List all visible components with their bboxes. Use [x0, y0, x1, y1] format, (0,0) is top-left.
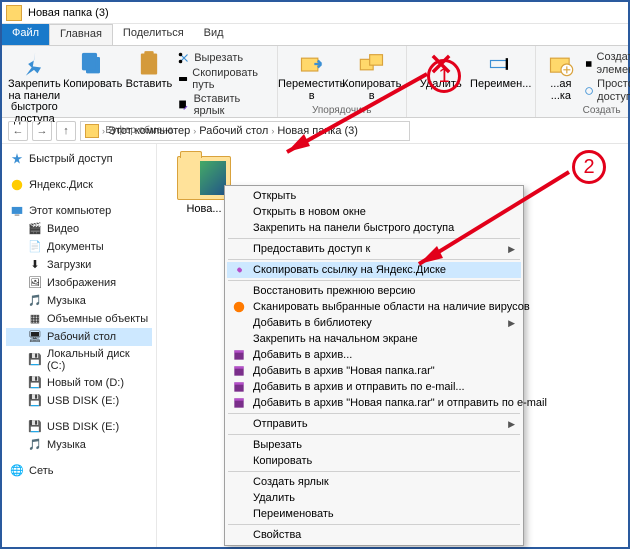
sidebar-quick[interactable]: Быстрый доступ: [6, 150, 152, 168]
context-menu-item[interactable]: Добавить в архив "Новая папка.rar" и отп…: [227, 395, 521, 411]
ribbon-tabs: Файл Главная Поделиться Вид: [2, 24, 628, 46]
address-bar: ← → ↑ ›Этот компьютер ›Рабочий стол ›Нов…: [2, 118, 628, 144]
context-menu-item[interactable]: Открыть в новом окне: [227, 204, 521, 220]
context-menu-item[interactable]: Закрепить на начальном экране: [227, 331, 521, 347]
tab-home[interactable]: Главная: [49, 24, 113, 45]
context-menu-item[interactable]: Удалить: [227, 490, 521, 506]
sidebar-item[interactable]: 🎵Музыка: [6, 436, 152, 454]
context-menu-item[interactable]: Свойства: [227, 527, 521, 543]
window-title: Новая папка (3): [28, 7, 109, 19]
annotation-1: 1: [427, 59, 461, 93]
sidebar: Быстрый доступ Яндекс.Диск Этот компьюте…: [2, 144, 157, 547]
sidebar-item[interactable]: 💾Новый том (D:): [6, 374, 152, 392]
tab-view[interactable]: Вид: [194, 24, 234, 45]
sidebar-item[interactable]: ⬇Загрузки: [6, 256, 152, 274]
pin-quick-button[interactable]: Закрепить на панели быстрого доступа: [8, 48, 61, 125]
copy-path-button[interactable]: Скопировать путь: [177, 66, 271, 92]
sidebar-item[interactable]: 💾Локальный диск (C:): [6, 346, 152, 374]
sidebar-item[interactable]: 🎬Видео: [6, 220, 152, 238]
sidebar-item[interactable]: 🎵Музыка: [6, 292, 152, 310]
copy-button[interactable]: Копировать: [65, 48, 121, 91]
copy-to-button[interactable]: Копировать в: [344, 48, 400, 102]
context-menu-item[interactable]: Добавить в архив...: [227, 347, 521, 363]
folder-icon: [85, 124, 99, 138]
sidebar-item[interactable]: 🌐Сеть: [6, 462, 152, 480]
nav-back[interactable]: ←: [8, 121, 28, 141]
tab-share[interactable]: Поделиться: [113, 24, 194, 45]
context-menu-item[interactable]: Закрепить на панели быстрого доступа: [227, 220, 521, 236]
folder-icon: [6, 5, 22, 21]
folder-icon: [177, 156, 231, 200]
move-to-button[interactable]: Переместить в: [284, 48, 340, 102]
sidebar-item[interactable]: ▦Объемные объекты: [6, 310, 152, 328]
paste-button[interactable]: Вставить: [125, 48, 174, 91]
context-menu-item[interactable]: Скопировать ссылку на Яндекс.Диске: [227, 262, 521, 278]
rename-button[interactable]: Переимен...: [473, 48, 529, 91]
context-menu-item[interactable]: Открыть: [227, 188, 521, 204]
sidebar-yadisk[interactable]: Яндекс.Диск: [6, 176, 152, 194]
context-menu-item[interactable]: Переименовать: [227, 506, 521, 522]
context-menu-item[interactable]: Добавить в архив "Новая папка.rar": [227, 363, 521, 379]
group-organize: Упорядочить: [284, 105, 400, 117]
cut-button[interactable]: Вырезать: [177, 50, 271, 66]
context-menu: ОткрытьОткрыть в новом окнеЗакрепить на …: [224, 185, 524, 546]
sidebar-item[interactable]: 🖼Изображения: [6, 274, 152, 292]
sidebar-item[interactable]: 💾USB DISK (E:): [6, 418, 152, 436]
group-create: Создать: [542, 105, 630, 117]
sidebar-item[interactable]: 💾USB DISK (E:): [6, 392, 152, 410]
easy-access-button[interactable]: Простой доступ ▾: [584, 77, 630, 104]
tab-file[interactable]: Файл: [2, 24, 49, 45]
context-menu-item[interactable]: Отправить▶: [227, 416, 521, 432]
sidebar-item[interactable]: 📄Документы: [6, 238, 152, 256]
annotation-2: 2: [572, 150, 606, 184]
context-menu-item[interactable]: Сканировать выбранные области на наличие…: [227, 299, 521, 315]
new-item-button[interactable]: Создать элемент ▾: [584, 50, 630, 77]
context-menu-item[interactable]: Копировать: [227, 453, 521, 469]
context-menu-item[interactable]: Предоставить доступ к▶: [227, 241, 521, 257]
nav-fwd[interactable]: →: [32, 121, 52, 141]
paste-shortcut-button[interactable]: Вставить ярлык: [177, 92, 271, 118]
ribbon: Закрепить на панели быстрого доступа Коп…: [2, 46, 628, 118]
new-folder-button[interactable]: ...ая ...ка: [542, 48, 580, 102]
context-menu-item[interactable]: Создать ярлык: [227, 474, 521, 490]
sidebar-thispc[interactable]: Этот компьютер: [6, 202, 152, 220]
breadcrumb[interactable]: ›Этот компьютер ›Рабочий стол ›Новая пап…: [80, 121, 410, 141]
sidebar-item[interactable]: 🖥Рабочий стол: [6, 328, 152, 346]
nav-up[interactable]: ↑: [56, 121, 76, 141]
context-menu-item[interactable]: Вырезать: [227, 437, 521, 453]
context-menu-item[interactable]: Добавить в библиотеку▶: [227, 315, 521, 331]
context-menu-item[interactable]: Восстановить прежнюю версию: [227, 283, 521, 299]
context-menu-item[interactable]: Добавить в архив и отправить по e-mail..…: [227, 379, 521, 395]
titlebar: Новая папка (3): [2, 2, 628, 24]
